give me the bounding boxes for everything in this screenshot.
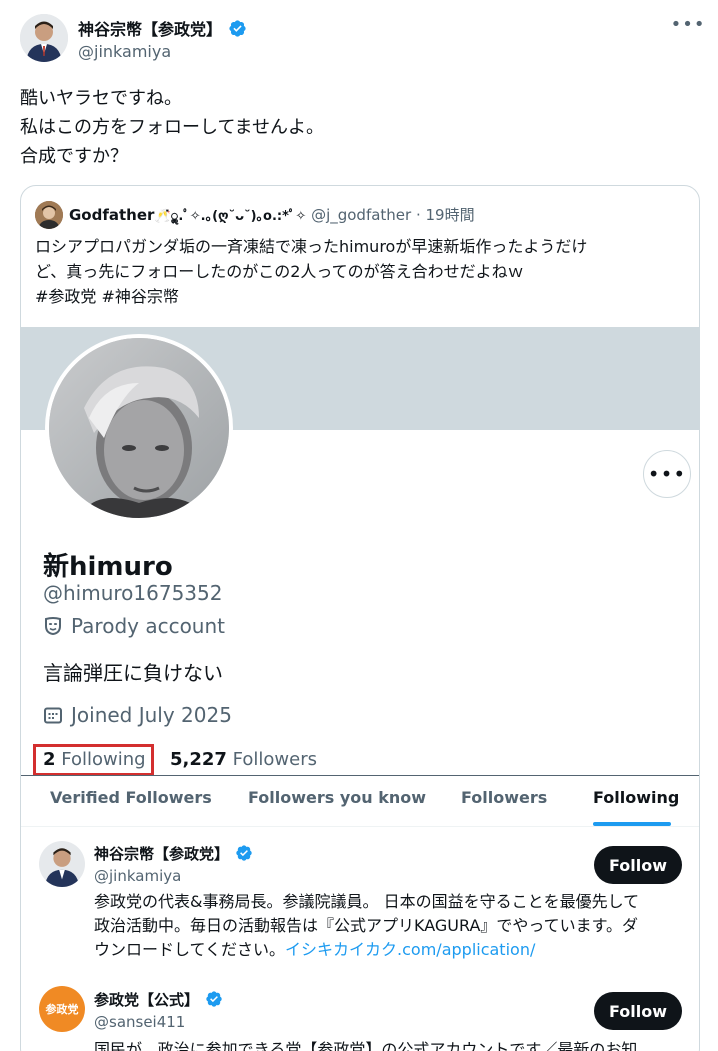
calendar-icon: [44, 707, 62, 724]
user-bio-line: ウンロードしてください。イシキカイカク.com/application/: [94, 938, 684, 962]
joined-date-text: Joined July 2025: [71, 703, 232, 727]
profile-handle: @himuro1675352: [43, 581, 223, 605]
tabs-bottom-border: [21, 826, 699, 827]
party-logo-avatar[interactable]: 参政党: [39, 986, 85, 1032]
tweet-text: 酷いヤラセですね。 私はこの方をフォローしてませんよ。 合成ですか？: [20, 84, 680, 171]
tweet-text-line: 合成ですか？: [20, 146, 128, 167]
verified-badge-icon: [206, 991, 222, 1007]
author-name[interactable]: 神谷宗幣【参政党】: [78, 16, 247, 40]
author-name-text: 神谷宗幣【参政党】: [78, 20, 223, 39]
quote-text-line: #参政党 #神谷宗幣: [35, 287, 179, 306]
user-bio-text: ウンロードしてください。: [94, 940, 286, 959]
tab-followers[interactable]: Followers: [461, 788, 547, 807]
verified-badge-icon: [229, 20, 246, 37]
user-name-text: 参政党【公式】: [94, 991, 200, 1009]
profile-avatar: [45, 334, 233, 522]
verified-badge-icon: [236, 845, 252, 861]
followers-count: 5,227: [170, 749, 227, 770]
more-options-icon[interactable]: •••: [671, 12, 705, 36]
profile-bio: 言論弾圧に負けない: [43, 661, 223, 685]
quote-header: Godfather🥂̇ॢ͙.ﾟ✧.｡(ღ˘ᴗ˘)｡o.:*ﾟ✧ @j_godfa…: [69, 204, 475, 225]
tab-verified-followers[interactable]: Verified Followers: [50, 788, 212, 807]
user-name-text: 神谷宗幣【参政党】: [94, 845, 230, 863]
followers-count-link[interactable]: 5,227 Followers: [170, 749, 317, 770]
quote-text-line: ロシアプロパガンダ垢の一斉凍結で凍ったhimuroが早速新垢作ったようだけ: [35, 237, 588, 256]
tweet-text-line: 私はこの方をフォローしてませんよ。: [20, 117, 325, 138]
quote-text: ロシアプロパガンダ垢の一斉凍結で凍ったhimuroが早速新垢作ったようだけ ど、…: [35, 234, 685, 309]
tweet-text-line: 酷いヤラセですね。: [20, 88, 182, 109]
quote-author-decoration: 🥂̇ॢ͙.ﾟ✧.｡(ღ˘ᴗ˘)｡o.:*ﾟ✧: [154, 209, 307, 224]
author-handle[interactable]: @jinkamiya: [78, 42, 171, 61]
user-bio: 国民が、政治に参加できる党【参政党】の公式アカウントです／最新のお知: [94, 1038, 684, 1051]
user-bio-line: 政治活動中。毎日の活動報告は『公式アプリKAGURA』でやっています。ダ: [94, 916, 638, 935]
following-label: Following: [61, 749, 146, 770]
profile-name: 新himuro: [43, 552, 173, 582]
tabs-divider: [21, 775, 699, 776]
follow-button[interactable]: Follow: [594, 992, 682, 1030]
user-handle[interactable]: @sansei411: [94, 1013, 185, 1031]
parody-mask-icon: [45, 617, 61, 636]
profile-more-button[interactable]: •••: [643, 450, 691, 498]
tab-following[interactable]: Following: [593, 788, 679, 807]
quote-author-meta[interactable]: @j_godfather · 19時間: [311, 206, 475, 224]
quote-author-name[interactable]: Godfather: [69, 206, 154, 224]
quote-text-line: ど、真っ先にフォローしたのがこの2人ってのが答え合わせだよねｗ: [35, 262, 524, 281]
parody-label-text: Parody account: [71, 614, 226, 638]
author-avatar[interactable]: [20, 14, 68, 62]
user-bio-line: 国民が、政治に参加できる党【参政党】の公式アカウントです／最新のお知: [94, 1040, 638, 1051]
quote-author-avatar[interactable]: [35, 201, 63, 229]
following-count-link[interactable]: 2 Following: [43, 749, 146, 770]
user-handle[interactable]: @jinkamiya: [94, 867, 181, 885]
followers-label: Followers: [232, 749, 317, 770]
quoted-tweet-card[interactable]: Godfather🥂̇ॢ͙.ﾟ✧.｡(ღ˘ᴗ˘)｡o.:*ﾟ✧ @j_godfa…: [20, 185, 700, 1051]
party-logo: 参政党: [45, 1003, 79, 1016]
follow-button[interactable]: Follow: [594, 846, 682, 884]
user-name[interactable]: 参政党【公式】: [94, 989, 223, 1010]
user-bio: 参政党の代表&事務局長。参議院議員。 日本の国益を守ることを最優先して 政治活動…: [94, 890, 684, 962]
user-name[interactable]: 神谷宗幣【参政党】: [94, 843, 253, 864]
joined-date: Joined July 2025: [43, 703, 232, 727]
user-bio-link[interactable]: イシキカイカク.com/application/: [285, 940, 535, 959]
following-count: 2: [43, 749, 56, 770]
parody-label: Parody account: [43, 614, 225, 638]
tab-followers-you-know[interactable]: Followers you know: [248, 788, 426, 807]
user-avatar[interactable]: [39, 841, 85, 887]
user-bio-line: 参政党の代表&事務局長。参議院議員。 日本の国益を守ることを最優先して: [94, 892, 640, 911]
